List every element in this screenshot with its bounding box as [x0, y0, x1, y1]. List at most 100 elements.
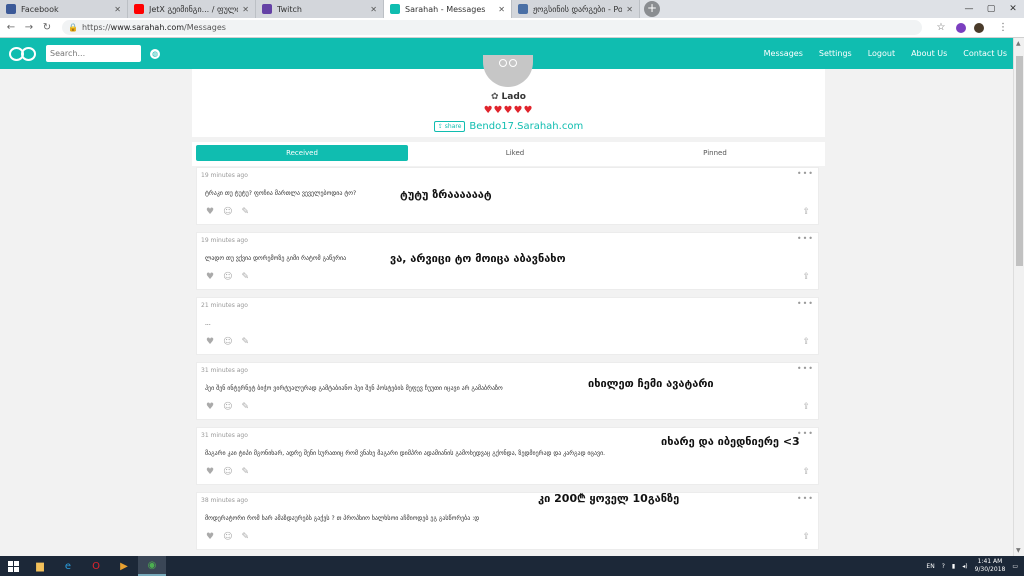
maximize-icon[interactable]: ▢ [980, 0, 1002, 18]
smile-icon[interactable]: ☺ [223, 337, 232, 347]
internet-explorer-icon[interactable]: e [54, 556, 82, 576]
nav-messages[interactable]: Messages [764, 49, 803, 58]
share-icon[interactable]: ⇪ [802, 402, 810, 412]
pin-icon[interactable]: ✎ [241, 337, 249, 347]
new-tab-button[interactable]: + [644, 1, 660, 17]
star-icon[interactable]: ☆ [934, 22, 948, 33]
message-time: 19 minutes ago [201, 172, 248, 179]
page-scrollbar[interactable]: ▲ ▼ [1013, 38, 1024, 556]
share-icon[interactable]: ⇪ [802, 272, 810, 282]
share-icon[interactable]: ⇪ [802, 467, 810, 477]
opera-icon[interactable]: O [82, 556, 110, 576]
volume-icon[interactable]: ◂) [962, 563, 967, 570]
more-options-icon[interactable]: ••• [797, 169, 814, 178]
share-icon[interactable]: ⇪ [802, 207, 810, 217]
more-options-icon[interactable]: ••• [797, 234, 814, 243]
pin-icon[interactable]: ✎ [241, 467, 249, 477]
pin-icon[interactable]: ✎ [241, 207, 249, 217]
nav-logout[interactable]: Logout [868, 49, 895, 58]
more-options-icon[interactable]: ••• [797, 364, 814, 373]
help-icon[interactable]: ? [942, 563, 945, 570]
language-indicator[interactable]: EN [926, 563, 934, 570]
like-heart-icon[interactable]: ♥ [206, 207, 214, 217]
pin-icon[interactable]: ✎ [241, 402, 249, 412]
nav-contact-us[interactable]: Contact Us [963, 49, 1007, 58]
smile-icon[interactable]: ☺ [223, 532, 232, 542]
smile-icon[interactable]: ☺ [223, 272, 232, 282]
smile-icon[interactable]: ☺ [223, 207, 232, 217]
like-heart-icon[interactable]: ♥ [206, 337, 214, 347]
share-icon: ⇪ [437, 123, 443, 130]
back-icon[interactable]: ← [4, 22, 18, 33]
close-icon[interactable]: ✕ [370, 5, 377, 14]
tab-title: Sarahah - Messages [405, 4, 486, 14]
system-tray: EN ? ▮ ◂) 1:41 AM 9/30/2018 ▭ [926, 556, 1018, 576]
forward-icon[interactable]: → [22, 22, 36, 33]
rating-hearts: ♥♥♥♥♥ [483, 105, 534, 116]
profile-link-row: ⇪ share Bendo17.Sarahah.com [192, 121, 825, 132]
browser-tab-facebook[interactable]: Facebook ✕ [0, 0, 128, 18]
more-options-icon[interactable]: ••• [797, 299, 814, 308]
message-text: მაგარი კაი ტიპი მგონიხარ, ადრე შენი სურა… [205, 450, 606, 457]
close-icon[interactable]: ✕ [114, 5, 121, 14]
message-time: 38 minutes ago [201, 497, 248, 504]
like-heart-icon[interactable]: ♥ [206, 532, 214, 542]
chrome-icon[interactable]: ◉ [138, 556, 166, 576]
clock[interactable]: 1:41 AM 9/30/2018 [975, 558, 1006, 574]
browser-tab-youtube[interactable]: JetX გეიმინგი... / ფული 1000$ - ✕ [128, 0, 256, 18]
browser-tab-sarahah[interactable]: Sarahah - Messages ✕ [384, 0, 512, 18]
smile-icon[interactable]: ☺ [223, 467, 232, 477]
notifications-icon[interactable]: ▭ [1012, 563, 1018, 570]
tab-pinned[interactable]: Pinned [609, 145, 821, 161]
browser-tab-forum[interactable]: ჟოგსინის დარგები - Powered ✕ [512, 0, 640, 18]
reply-overlay-text: იხარე და იბედნიერე <3 [661, 435, 800, 448]
scroll-up-icon[interactable]: ▲ [1016, 40, 1021, 47]
gear-icon[interactable]: ✿ [491, 92, 499, 102]
share-icon[interactable]: ⇪ [802, 337, 810, 347]
tab-liked[interactable]: Liked [409, 145, 621, 161]
scroll-down-icon[interactable]: ▼ [1016, 547, 1021, 554]
message-time: 31 minutes ago [201, 367, 248, 374]
like-heart-icon[interactable]: ♥ [206, 272, 214, 282]
reply-overlay-text: კი 200₾ ყოველ 10განზე [538, 492, 680, 505]
kebab-menu-icon[interactable]: ⋮ [996, 22, 1010, 33]
scrollbar-thumb[interactable] [1016, 56, 1023, 266]
message-text: ტრაკი თუ ტუტუ? ფოჩია მართლა ვეველებოდია … [205, 190, 357, 197]
media-player-icon[interactable]: ▶ [110, 556, 138, 576]
profile-link[interactable]: Bendo17.Sarahah.com [469, 121, 583, 132]
share-button[interactable]: ⇪ share [433, 121, 466, 132]
close-icon[interactable]: ✕ [626, 5, 633, 14]
glasses-icon [499, 59, 517, 69]
close-icon[interactable]: ✕ [242, 5, 249, 14]
more-options-icon[interactable]: ••• [797, 494, 814, 503]
share-icon[interactable]: ⇪ [802, 532, 810, 542]
close-icon[interactable]: ✕ [498, 5, 505, 14]
profile-name: Lado [501, 92, 526, 102]
extension-icon[interactable] [956, 22, 966, 33]
url-host: www.sarahah.com [110, 23, 185, 32]
message-tabs: Received Liked Pinned [192, 142, 825, 166]
forum-icon [518, 4, 528, 14]
address-bar: ← → ↻ 🔒 https://www.sarahah.com/Messages… [0, 18, 1024, 38]
start-button[interactable] [0, 556, 26, 576]
nav-about-us[interactable]: About Us [911, 49, 947, 58]
file-explorer-icon[interactable]: ▆ [26, 556, 54, 576]
like-heart-icon[interactable]: ♥ [206, 402, 214, 412]
search-input[interactable] [46, 45, 141, 62]
nav-settings[interactable]: Settings [819, 49, 852, 58]
profile-avatar-icon[interactable] [974, 22, 984, 33]
url-field[interactable]: 🔒 https://www.sarahah.com/Messages [62, 20, 922, 35]
close-window-icon[interactable]: ✕ [1002, 0, 1024, 18]
smile-icon[interactable]: ☺ [223, 402, 232, 412]
reload-icon[interactable]: ↻ [40, 22, 54, 33]
globe-icon[interactable]: ◍ [150, 48, 160, 59]
like-heart-icon[interactable]: ♥ [206, 467, 214, 477]
minimize-icon[interactable]: — [958, 0, 980, 18]
windows-logo-icon [7, 560, 19, 572]
sarahah-logo[interactable] [9, 46, 37, 61]
pin-icon[interactable]: ✎ [241, 272, 249, 282]
tab-received[interactable]: Received [196, 145, 408, 161]
browser-tab-twitch[interactable]: Twitch ✕ [256, 0, 384, 18]
pin-icon[interactable]: ✎ [241, 532, 249, 542]
network-icon[interactable]: ▮ [952, 563, 955, 570]
